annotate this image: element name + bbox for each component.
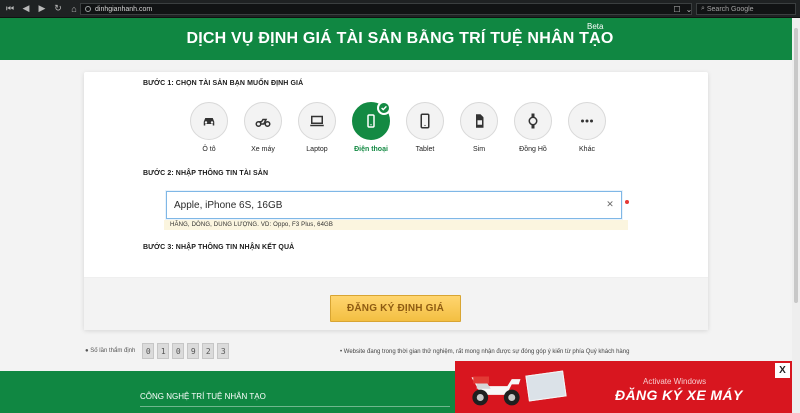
previous-icon[interactable]: ◀ <box>20 3 32 15</box>
browser-right-controls: ☐ ⌄ ⌕ Search Google <box>672 3 800 15</box>
asset-oto[interactable]: Ô tô <box>185 102 233 153</box>
counter-digit: 0 <box>142 343 155 359</box>
asset-label: Tablet <box>415 146 435 153</box>
menu-icon[interactable]: ⌄ <box>684 4 694 14</box>
asset-tablet[interactable]: Tablet <box>401 102 449 153</box>
browser-bar: ⏮ ◀ ▶ ↻ ⌂ dinhgianhanh.com ☐ ⌄ ⌕ Search … <box>0 0 800 18</box>
sim-icon-circle[interactable] <box>460 102 498 140</box>
more-icon-circle[interactable] <box>568 102 606 140</box>
clear-icon[interactable]: ✕ <box>605 199 615 209</box>
action-area: ĐĂNG KÝ ĐỊNH GIÁ <box>84 277 708 330</box>
page-scrollbar[interactable] <box>792 18 800 413</box>
asset-label: Laptop <box>306 146 328 153</box>
trial-notice: • Website đang trong thời gian thử nghiệ… <box>340 349 630 355</box>
asset-label: Đồng Hồ <box>519 146 547 153</box>
home-icon[interactable]: ⌂ <box>68 3 80 15</box>
counter-digit: 9 <box>187 343 200 359</box>
register-valuation-button[interactable]: ĐĂNG KÝ ĐỊNH GIÁ <box>330 295 461 322</box>
counter-digit: 3 <box>217 343 230 359</box>
asset-label: Ô tô <box>202 146 216 153</box>
site-icon <box>85 6 91 12</box>
sim-icon <box>476 114 484 128</box>
step-1-heading: BƯỚC 1: CHỌN TÀI SẢN BẠN MUỐN ĐỊNH GIÁ <box>143 80 304 87</box>
counter-label-text: Số lần thẩm định <box>90 348 136 354</box>
url-text: dinhgianhanh.com <box>95 5 153 13</box>
beta-badge: Beta <box>587 22 604 31</box>
required-indicator <box>625 200 629 204</box>
search-placeholder: Search Google <box>706 5 754 13</box>
counter-digit: 2 <box>202 343 215 359</box>
step-3-heading: BƯỚC 3: NHẬP THÔNG TIN NHẬN KẾT QUẢ <box>143 244 295 251</box>
windows-activation-overlay: Activate Windows <box>643 377 707 386</box>
asset-info-input[interactable]: Apple, iPhone 6S, 16GB ✕ <box>166 191 622 219</box>
footer-title: CÔNG NGHỆ TRÍ TUỆ NHÂN TẠO <box>140 392 266 401</box>
ad-title: ĐĂNG KÝ XE MÁY <box>615 387 743 403</box>
asset-dong-ho[interactable]: Đồng Hồ <box>509 102 557 153</box>
asset-dien-thoai[interactable]: Điện thoại <box>347 101 395 153</box>
selected-check-icon <box>377 101 391 115</box>
address-bar[interactable]: dinhgianhanh.com <box>80 3 692 15</box>
watch-icon-circle[interactable] <box>514 102 552 140</box>
next-icon[interactable]: ▶ <box>36 3 48 15</box>
asset-laptop[interactable]: Laptop <box>293 102 341 153</box>
motorbike-icon-circle[interactable] <box>244 102 282 140</box>
page-title: DỊCH VỤ ĐỊNH GIÁ TÀI SẢN BẰNG TRÍ TUỆ NH… <box>186 30 614 47</box>
tablet-icon <box>420 113 430 129</box>
scooter-icon <box>471 376 521 406</box>
asset-xe-may[interactable]: Xe máy <box>239 102 287 153</box>
car-icon <box>203 118 215 126</box>
asset-info-value[interactable]: Apple, iPhone 6S, 16GB <box>174 200 282 211</box>
counter-digit: 1 <box>157 343 170 359</box>
laptop-icon-circle[interactable] <box>298 102 336 140</box>
more-icon <box>581 119 593 123</box>
counter-label: ● Số lần thẩm định <box>85 348 135 354</box>
motorbike-ad[interactable]: Activate Windows ĐĂNG KÝ XE MÁY X <box>455 361 794 413</box>
reload-icon[interactable]: ↻ <box>52 3 64 15</box>
ad-close-button[interactable]: X <box>775 363 790 378</box>
asset-selector: Ô tô Xe máy Laptop Điện thoại Tablet Sim… <box>185 101 615 162</box>
input-hint: HÃNG, DÒNG, DUNG LƯỢNG. VD: Oppo, F3 Plu… <box>164 220 628 230</box>
search-box[interactable]: ⌕ Search Google <box>696 3 796 15</box>
valuation-card: BƯỚC 1: CHỌN TÀI SẢN BẠN MUỐN ĐỊNH GIÁ Ô… <box>84 72 708 330</box>
asset-label: Sim <box>472 146 486 153</box>
back-icon[interactable]: ⏮ <box>4 3 16 15</box>
asset-khac[interactable]: Khác <box>563 102 611 153</box>
footer-divider <box>140 406 450 411</box>
assessment-counter: ● Số lần thẩm định 0 1 0 9 2 3 <box>85 343 230 359</box>
hero-banner: DỊCH VỤ ĐỊNH GIÁ TÀI SẢN BẰNG TRÍ TUỆ NH… <box>0 18 800 60</box>
registration-card-icon <box>525 370 567 402</box>
asset-label: Xe máy <box>251 146 275 153</box>
asset-sim[interactable]: Sim <box>455 102 503 153</box>
step-2-heading: BƯỚC 2: NHẬP THÔNG TIN TÀI SẢN <box>143 170 269 177</box>
phone-icon-circle[interactable] <box>352 101 391 140</box>
motorbike-icon <box>255 118 271 127</box>
bookmark-icon[interactable]: ☐ <box>672 4 682 14</box>
asset-label: Khác <box>579 146 595 153</box>
car-icon-circle[interactable] <box>190 102 228 140</box>
watch-icon <box>528 113 538 129</box>
counter-digit: 0 <box>172 343 185 359</box>
phone-icon <box>367 114 375 128</box>
tablet-icon-circle[interactable] <box>406 102 444 140</box>
asset-label: Điện thoại <box>354 146 388 153</box>
laptop-icon <box>310 115 324 127</box>
